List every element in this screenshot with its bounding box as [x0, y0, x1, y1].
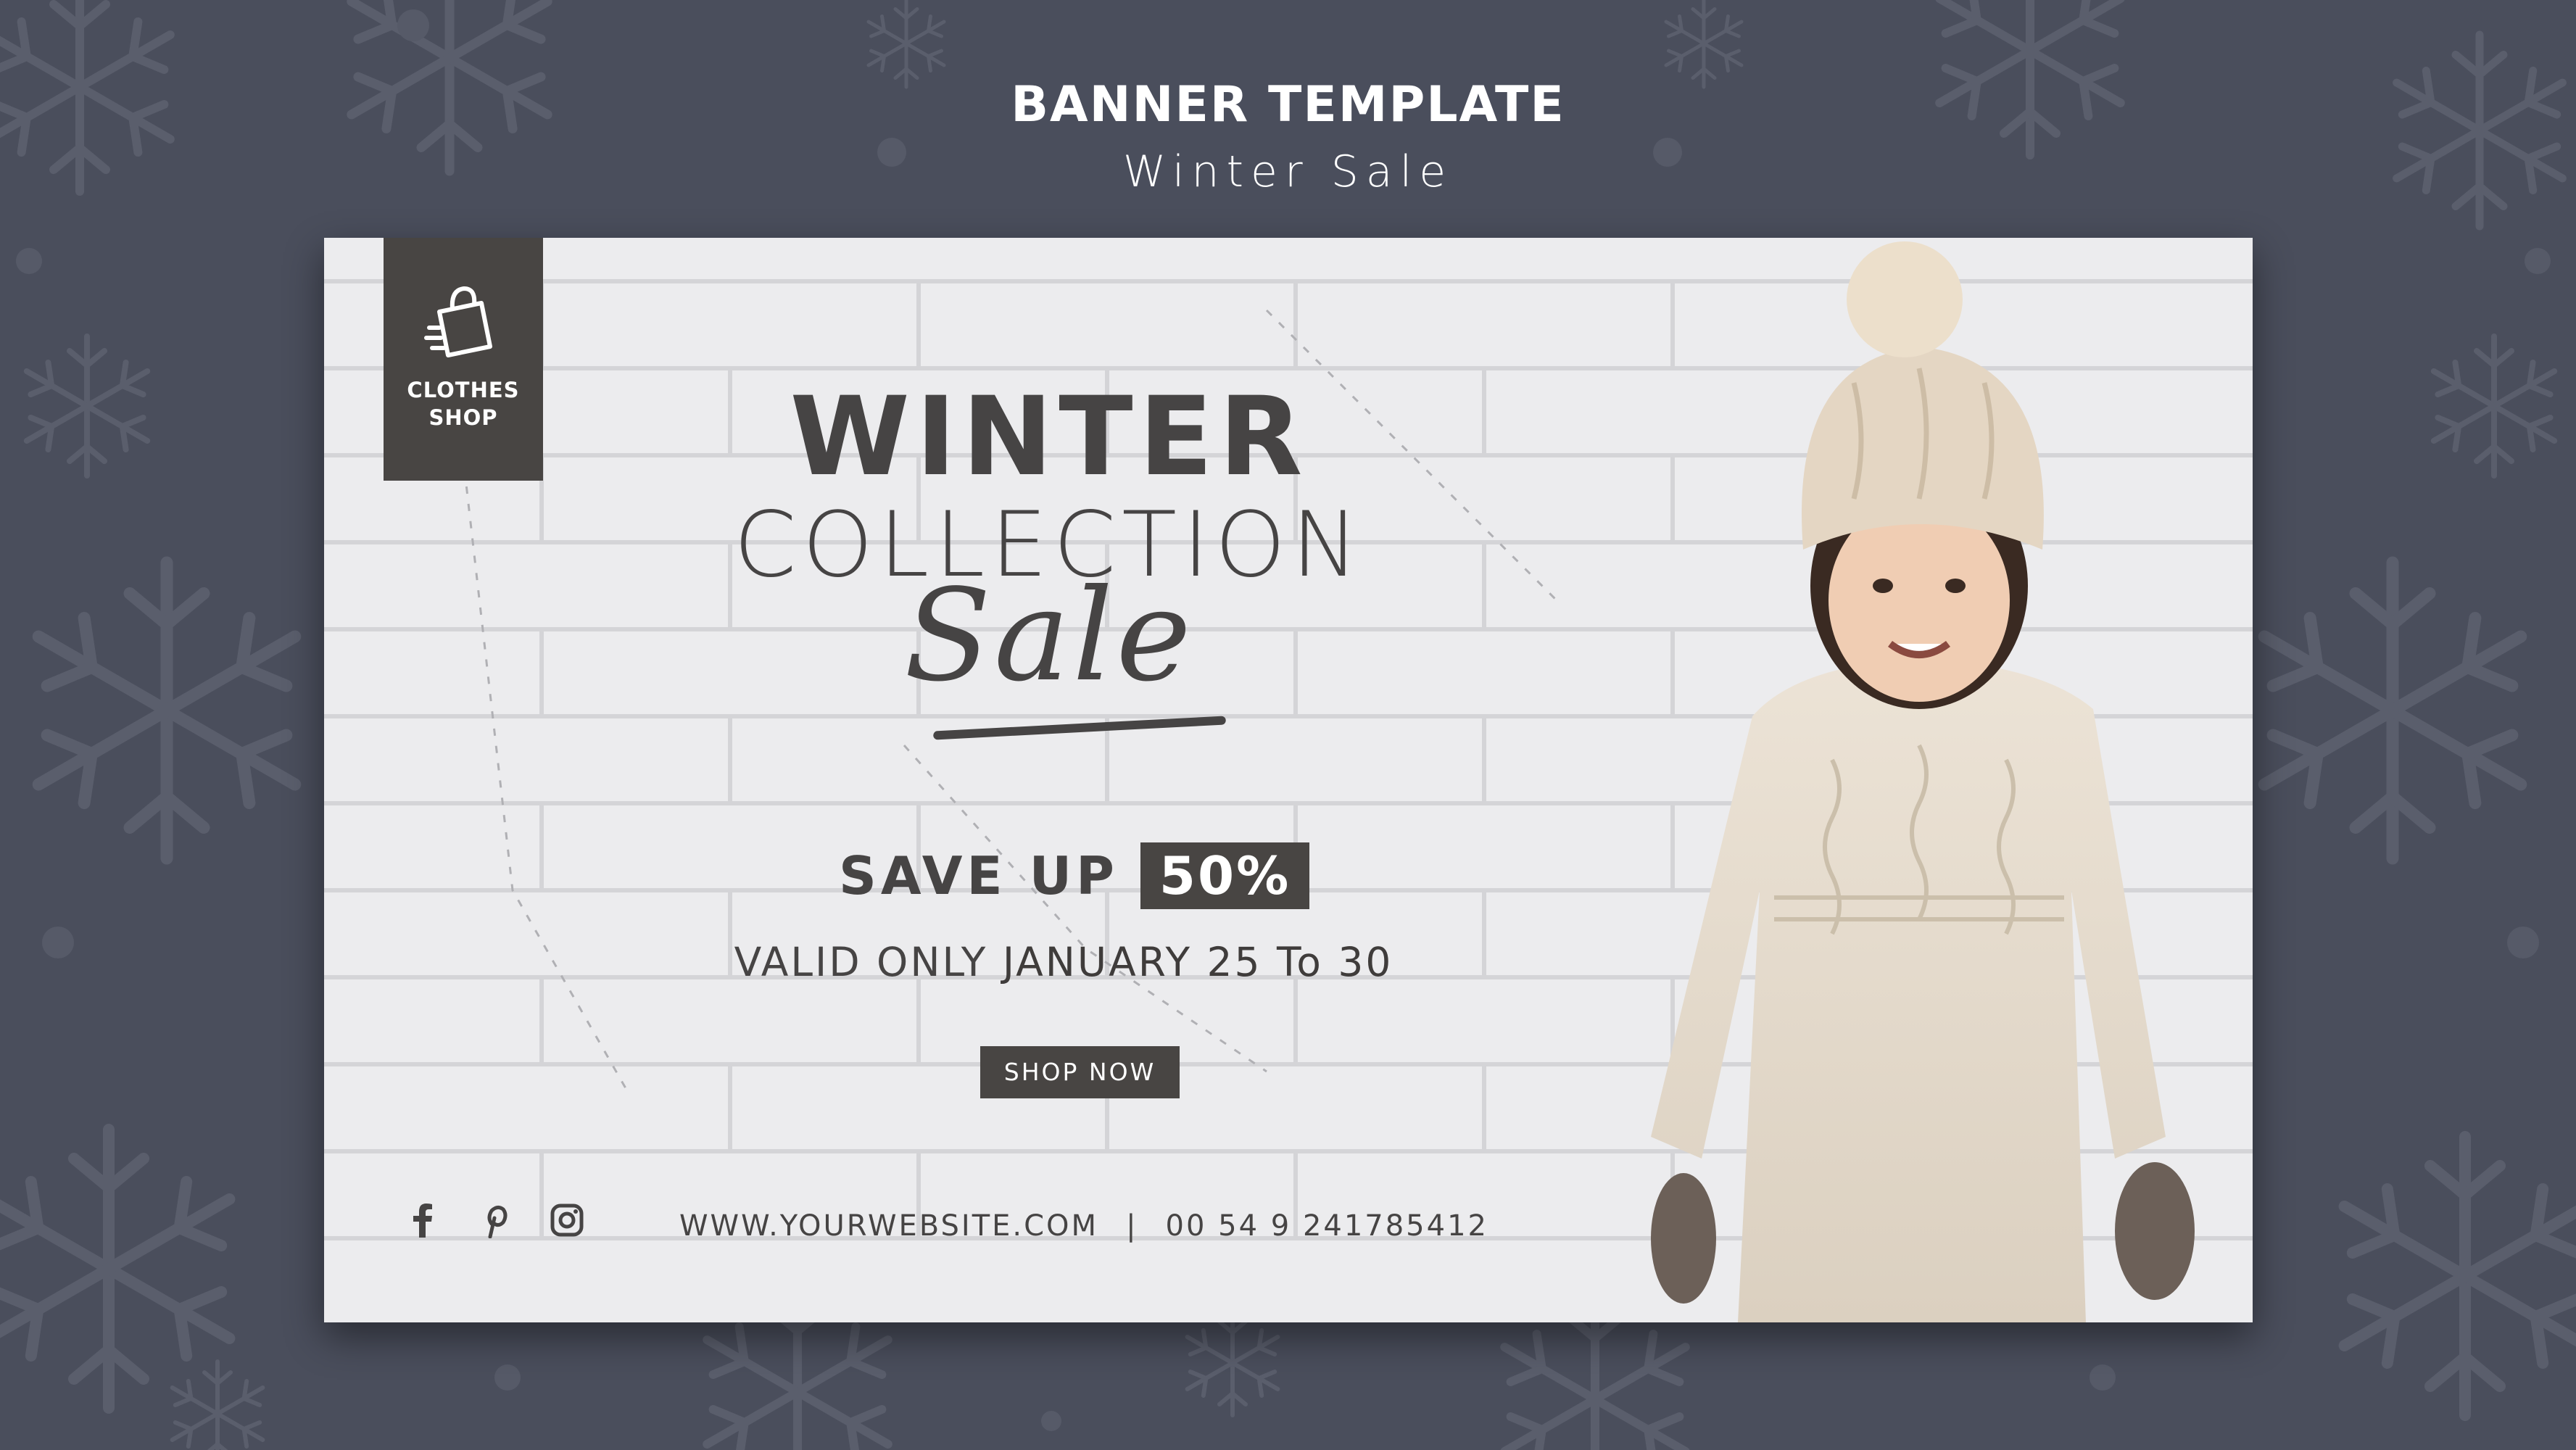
child-photo	[1651, 241, 2195, 1322]
headline-sale: Sale	[904, 563, 1194, 710]
discount-row: SAVE UP 50%	[839, 840, 1310, 912]
page-header: BANNER TEMPLATE Winter Sale	[0, 76, 2576, 197]
instagram-icon[interactable]	[549, 1202, 585, 1238]
contact-separator: |	[1126, 1209, 1138, 1243]
discount-badge: 50%	[1140, 842, 1310, 909]
contact-info: WWW.YOURWEBSITE.COM | 00 54 9 241785412	[679, 1209, 1488, 1243]
validity-text: VALID ONLY JANUARY 25 To 30	[701, 939, 1426, 985]
shopping-bag-icon	[424, 286, 492, 357]
save-label: SAVE UP	[839, 845, 1119, 906]
social-links	[404, 1202, 585, 1238]
banner: CLOTHES SHOP WINTER COLLECTION Sale SAVE…	[324, 238, 2253, 1322]
phone-number: 00 54 9 241785412	[1165, 1209, 1488, 1243]
headline-winter: WINTER	[790, 374, 1309, 500]
header-subtitle: Winter Sale	[1122, 146, 1454, 197]
shop-now-button[interactable]: SHOP NOW	[980, 1046, 1180, 1098]
headline: WINTER COLLECTION Sale	[505, 374, 1593, 710]
website-link[interactable]: WWW.YOURWEBSITE.COM	[679, 1209, 1098, 1243]
valid-dates: JANUARY 25 To 30	[1002, 939, 1393, 985]
header-title: BANNER TEMPLATE	[1011, 76, 1565, 133]
valid-prefix: VALID ONLY	[734, 939, 988, 985]
pinterest-icon[interactable]	[476, 1202, 513, 1238]
facebook-icon[interactable]	[404, 1202, 440, 1238]
